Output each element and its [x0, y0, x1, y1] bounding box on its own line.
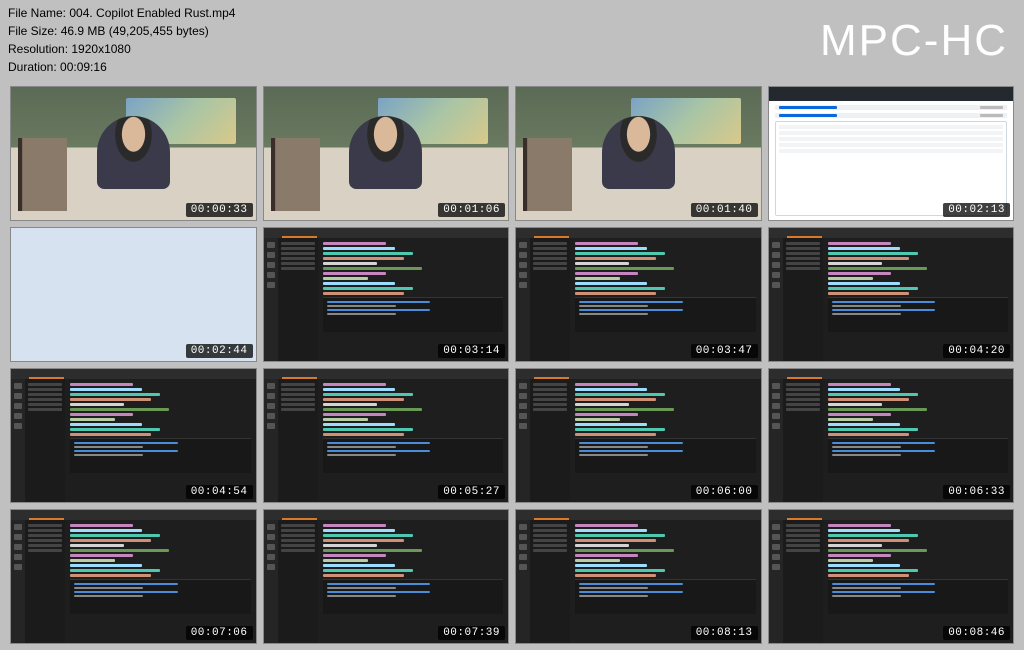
thumbnail-timestamp: 00:03:14 [438, 344, 505, 358]
thumbnail-timestamp: 00:08:46 [943, 626, 1010, 640]
thumbnail-grid: 00:00:33 00:01:06 00:01:40 00:02:13 00:02:4… [0, 80, 1024, 650]
meta-duration-label: Duration: [8, 60, 60, 74]
thumbnail[interactable]: 00:06:33 [768, 368, 1015, 503]
thumbnail[interactable]: 00:03:47 [515, 227, 762, 362]
thumbnail[interactable]: 00:01:40 [515, 86, 762, 221]
thumbnail[interactable]: 00:03:14 [263, 227, 510, 362]
meta-filename-label: File Name: [8, 6, 69, 20]
thumbnail-timestamp: 00:02:13 [943, 203, 1010, 217]
thumbnail[interactable]: 00:01:06 [263, 86, 510, 221]
app-watermark: MPC-HC [820, 8, 1008, 74]
thumbnail-timestamp: 00:03:47 [691, 344, 758, 358]
thumbnail[interactable]: 00:04:20 [768, 227, 1015, 362]
thumbnail-timestamp: 00:02:44 [186, 344, 253, 358]
meta-duration-value: 00:09:16 [60, 60, 107, 74]
thumbnail-timestamp: 00:00:33 [186, 203, 253, 217]
thumbnail[interactable]: 00:07:06 [10, 509, 257, 644]
thumbnail-timestamp: 00:05:27 [438, 485, 505, 499]
thumbnail[interactable]: 00:08:13 [515, 509, 762, 644]
thumbnail-timestamp: 00:04:20 [943, 344, 1010, 358]
metadata-header: File Name: 004. Copilot Enabled Rust.mp4… [0, 0, 1024, 80]
meta-resolution-value: 1920x1080 [71, 42, 130, 56]
thumbnail[interactable]: 00:08:46 [768, 509, 1015, 644]
thumbnail-timestamp: 00:01:40 [691, 203, 758, 217]
thumbnail[interactable]: 00:06:00 [515, 368, 762, 503]
thumbnail-timestamp: 00:06:00 [691, 485, 758, 499]
meta-filesize-value: 46.9 MB (49,205,455 bytes) [61, 24, 209, 38]
thumbnail[interactable]: 00:07:39 [263, 509, 510, 644]
thumbnail-timestamp: 00:06:33 [943, 485, 1010, 499]
thumbnail[interactable]: 00:02:13 [768, 86, 1015, 221]
thumbnail-timestamp: 00:04:54 [186, 485, 253, 499]
meta-resolution-label: Resolution: [8, 42, 71, 56]
thumbnail-timestamp: 00:07:39 [438, 626, 505, 640]
thumbnail[interactable]: 00:04:54 [10, 368, 257, 503]
thumbnail-timestamp: 00:01:06 [438, 203, 505, 217]
thumbnail[interactable]: 00:00:33 [10, 86, 257, 221]
meta-filename-value: 004. Copilot Enabled Rust.mp4 [69, 6, 235, 20]
thumbnail-timestamp: 00:07:06 [186, 626, 253, 640]
thumbnail[interactable]: 00:02:44 [10, 227, 257, 362]
thumbnail-timestamp: 00:08:13 [691, 626, 758, 640]
meta-filesize-label: File Size: [8, 24, 61, 38]
thumbnail[interactable]: 00:05:27 [263, 368, 510, 503]
